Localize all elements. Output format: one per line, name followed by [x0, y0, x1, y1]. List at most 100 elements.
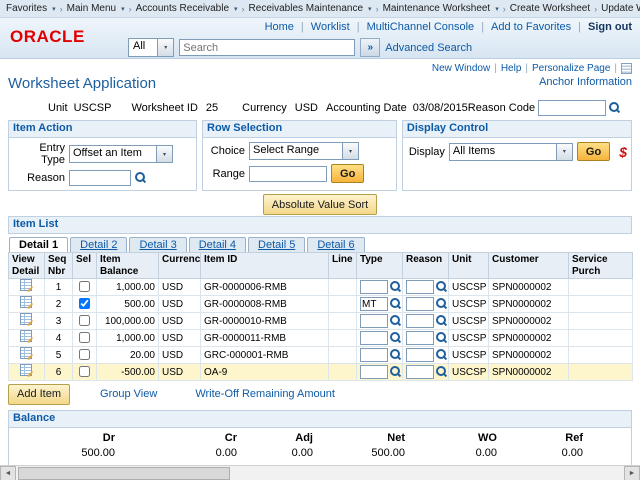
add-item-button[interactable]: Add Item [8, 384, 70, 405]
search-input[interactable] [179, 39, 355, 56]
home-link[interactable]: Home [265, 21, 294, 33]
table-row: 3 100,000.00 USD GR-0000010-RMB USCSP SP… [9, 313, 633, 330]
cell-currency: USD [159, 296, 201, 313]
view-detail-icon[interactable] [20, 347, 33, 360]
reason-input[interactable] [406, 365, 434, 379]
scrollbar-thumb[interactable] [18, 467, 230, 480]
absolute-value-sort-button[interactable]: Absolute Value Sort [263, 194, 377, 215]
breadcrumb-separator [376, 4, 379, 14]
lookup-icon[interactable] [609, 102, 621, 114]
view-detail-icon[interactable] [20, 313, 33, 326]
tab-detail-2[interactable]: Detail 2 [70, 237, 127, 252]
row-select-checkbox[interactable] [79, 366, 90, 377]
help-link[interactable]: Help [501, 63, 522, 74]
lookup-icon[interactable] [390, 349, 402, 361]
control-groupboxes: Item Action Entry Type Offset an Item Re… [8, 120, 632, 191]
item-action-reason-input[interactable] [69, 170, 131, 186]
view-detail-icon[interactable] [20, 364, 33, 377]
reason-input[interactable] [406, 314, 434, 328]
scroll-right-button[interactable] [624, 466, 640, 480]
tab-detail-3[interactable]: Detail 3 [129, 237, 186, 252]
add-to-favorites-link[interactable]: Add to Favorites [491, 21, 571, 33]
display-select[interactable]: All Items [449, 143, 573, 161]
lookup-icon[interactable] [390, 315, 402, 327]
lookup-icon[interactable] [436, 366, 448, 378]
breadcrumb-receivables-maintenance[interactable]: Receivables Maintenance [249, 3, 364, 14]
reason-input[interactable] [406, 297, 434, 311]
breadcrumb-maintenance-worksheet[interactable]: Maintenance Worksheet [383, 3, 491, 14]
reason-code-input[interactable] [538, 100, 606, 116]
type-input[interactable] [360, 331, 388, 345]
range-input[interactable] [249, 166, 327, 182]
range-go-button[interactable]: Go [331, 164, 364, 183]
search-go-icon[interactable] [360, 38, 380, 57]
breadcrumb-accounts-receivable[interactable]: Accounts Receivable [136, 3, 229, 14]
choice-select[interactable]: Select Range [249, 142, 359, 160]
row-select-checkbox[interactable] [79, 349, 90, 360]
row-select-checkbox[interactable] [79, 298, 90, 309]
anchor-information-link[interactable]: Anchor Information [539, 76, 632, 88]
multichannel-console-link[interactable]: MultiChannel Console [367, 21, 475, 33]
lookup-icon[interactable] [390, 281, 402, 293]
type-input[interactable] [360, 280, 388, 294]
sort-row: Absolute Value Sort [8, 194, 632, 212]
reason-input[interactable] [406, 280, 434, 294]
reason-input[interactable] [406, 348, 434, 362]
cell-seq: 6 [45, 364, 73, 381]
new-window-link[interactable]: New Window [432, 63, 490, 74]
lookup-icon[interactable] [436, 349, 448, 361]
group-view-link[interactable]: Group View [100, 388, 157, 400]
lookup-icon[interactable] [436, 298, 448, 310]
tab-detail-6[interactable]: Detail 6 [307, 237, 364, 252]
breadcrumb-update-worksheet[interactable]: Update Worksheet [601, 3, 640, 14]
breadcrumb-create-worksheet[interactable]: Create Worksheet [510, 3, 590, 14]
tab-detail-5[interactable]: Detail 5 [248, 237, 305, 252]
write-off-remaining-link[interactable]: Write-Off Remaining Amount [195, 388, 335, 400]
sign-out-link[interactable]: Sign out [588, 21, 632, 33]
cell-seq: 5 [45, 347, 73, 364]
lookup-icon[interactable] [436, 281, 448, 293]
col-line: Line [329, 253, 357, 279]
view-detail-icon[interactable] [20, 330, 33, 343]
personalize-icon[interactable] [621, 63, 632, 74]
scroll-left-button[interactable] [0, 466, 16, 480]
search-scope-select[interactable]: All [128, 38, 174, 57]
tab-detail-1[interactable]: Detail 1 [9, 237, 68, 252]
breadcrumb-main-menu[interactable]: Main Menu [67, 3, 116, 14]
entry-type-select[interactable]: Offset an Item [69, 145, 173, 163]
lookup-icon[interactable] [436, 315, 448, 327]
type-input[interactable] [360, 348, 388, 362]
breadcrumb-favorites[interactable]: Favorites [6, 3, 47, 14]
lookup-icon[interactable] [135, 172, 147, 184]
col-seq-nbr: Seq Nbr [45, 253, 73, 279]
view-detail-icon[interactable] [20, 279, 33, 292]
row-select-checkbox[interactable] [79, 332, 90, 343]
personalize-page-link[interactable]: Personalize Page [532, 63, 610, 74]
detail-tabs: Detail 1 Detail 2 Detail 3 Detail 4 Deta… [8, 237, 632, 252]
display-go-button[interactable]: Go [577, 142, 610, 161]
cell-customer: SPN0000002 [489, 347, 569, 364]
cell-item-id: GR-0000008-RMB [201, 296, 329, 313]
balance-cr-label: Cr [225, 432, 237, 444]
type-input[interactable] [360, 365, 388, 379]
chevron-down-icon [342, 143, 358, 159]
currency-label: Currency [242, 102, 287, 114]
type-input[interactable] [360, 297, 388, 311]
breadcrumb-separator [503, 4, 506, 14]
display-control-groupbox: Display Control Display All Items Go [402, 120, 632, 191]
tab-detail-4[interactable]: Detail 4 [189, 237, 246, 252]
lookup-icon[interactable] [436, 332, 448, 344]
lookup-icon[interactable] [390, 298, 402, 310]
row-select-checkbox[interactable] [79, 281, 90, 292]
cell-currency: USD [159, 347, 201, 364]
worklist-link[interactable]: Worklist [311, 21, 350, 33]
lookup-icon[interactable] [390, 366, 402, 378]
currency-exchange-icon[interactable] [619, 144, 627, 160]
type-input[interactable] [360, 314, 388, 328]
row-select-checkbox[interactable] [79, 315, 90, 326]
separator [614, 63, 617, 74]
advanced-search-link[interactable]: Advanced Search [385, 42, 472, 54]
view-detail-icon[interactable] [20, 296, 33, 309]
reason-input[interactable] [406, 331, 434, 345]
lookup-icon[interactable] [390, 332, 402, 344]
